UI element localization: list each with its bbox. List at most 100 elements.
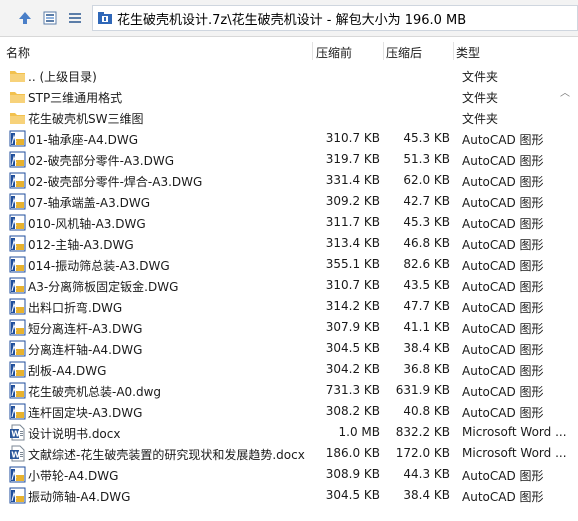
file-compressed-size: 331.4 KB: [325, 173, 380, 187]
file-type: Microsoft Word ...: [462, 446, 567, 460]
file-row[interactable]: 分离连杆轴-A4.DWG 304.5 KB 38.4 KB AutoCAD 图形: [0, 338, 578, 359]
file-packed-size: 62.0 KB: [403, 173, 450, 187]
file-name: 振动筛轴-A4.DWG: [28, 490, 131, 504]
file-name: 出料口折弯.DWG: [28, 301, 123, 315]
address-bar[interactable]: 花生破壳机设计.7z\花生破壳机设计 - 解包大小为 196.0 MB: [92, 5, 578, 31]
file-row[interactable]: W 设计说明书.docx 1.0 MB 832.2 KB Microsoft Word …: [0, 422, 578, 443]
file-row[interactable]: W 文献综述-花生破壳装置的研究现状和发展趋势.docx 186.0 KB 172.0…: [0, 443, 578, 464]
file-type: AutoCAD 图形: [462, 154, 544, 168]
file-row[interactable]: 01-轴承座-A4.DWG 310.7 KB 45.3 KB AutoCAD 图形: [0, 128, 578, 149]
file-type: AutoCAD 图形: [462, 175, 544, 189]
file-compressed-size: 309.2 KB: [325, 194, 380, 208]
file-packed-size: 45.3 KB: [403, 131, 450, 145]
file-packed-size: 82.6 KB: [403, 257, 450, 271]
file-compressed-size: 319.7 KB: [325, 152, 380, 166]
file-packed-size: 172.0 KB: [395, 446, 450, 460]
list-view-icon[interactable]: [41, 9, 59, 27]
file-row[interactable]: 07-轴承端盖-A3.DWG 309.2 KB 42.7 KB AutoCAD 图形: [0, 191, 578, 212]
file-row[interactable]: 出料口折弯.DWG 314.2 KB 47.7 KB AutoCAD 图形: [0, 296, 578, 317]
file-packed-size: 44.3 KB: [403, 467, 450, 481]
autocad-file-icon: [9, 487, 26, 504]
file-compressed-size: 355.1 KB: [325, 257, 380, 271]
file-name: 012-主轴-A3.DWG: [28, 238, 134, 252]
file-compressed-size: 314.2 KB: [325, 299, 380, 313]
autocad-file-icon: [9, 361, 26, 378]
svg-text:W: W: [11, 430, 20, 439]
file-packed-size: 38.4 KB: [403, 488, 450, 502]
column-type[interactable]: 类型: [456, 44, 480, 61]
folder-icon: [9, 88, 26, 105]
details-view-icon[interactable]: [66, 9, 84, 27]
file-row[interactable]: 012-主轴-A3.DWG 313.4 KB 46.8 KB AutoCAD 图形: [0, 233, 578, 254]
file-type: AutoCAD 图形: [462, 490, 544, 504]
column-divider[interactable]: [453, 42, 454, 60]
file-packed-size: 36.8 KB: [403, 362, 450, 376]
autocad-file-icon: [9, 235, 26, 252]
column-name[interactable]: 名称: [6, 44, 30, 61]
autocad-file-icon: [9, 214, 26, 231]
file-compressed-size: 311.7 KB: [325, 215, 380, 229]
file-packed-size: 38.4 KB: [403, 341, 450, 355]
file-name: A3-分离筛板固定钣金.DWG: [28, 280, 179, 294]
file-name: 02-破壳部分零件-A3.DWG: [28, 154, 174, 168]
word-document-icon: W: [9, 445, 26, 462]
file-packed-size: 43.5 KB: [403, 278, 450, 292]
file-type: AutoCAD 图形: [462, 343, 544, 357]
file-packed-size: 46.8 KB: [403, 236, 450, 250]
file-packed-size: 40.8 KB: [403, 404, 450, 418]
file-compressed-size: 307.9 KB: [325, 320, 380, 334]
file-packed-size: 42.7 KB: [403, 194, 450, 208]
file-compressed-size: 731.3 KB: [325, 383, 380, 397]
column-header: 名称 压缩前 压缩后 类型 ︿: [0, 40, 578, 99]
file-type: 文件夹: [462, 112, 499, 126]
autocad-file-icon: [9, 340, 26, 357]
column-divider[interactable]: [383, 42, 384, 60]
file-name: 花生破壳机SW三维图: [28, 112, 144, 126]
autocad-file-icon: [9, 382, 26, 399]
file-row[interactable]: 振动筛轴-A4.DWG 304.5 KB 38.4 KB AutoCAD 图形: [0, 485, 578, 506]
file-packed-size: 45.3 KB: [403, 215, 450, 229]
file-name: 01-轴承座-A4.DWG: [28, 133, 138, 147]
file-compressed-size: 186.0 KB: [325, 446, 380, 460]
file-row[interactable]: 010-风机轴-A3.DWG 311.7 KB 45.3 KB AutoCAD 图形: [0, 212, 578, 233]
column-divider[interactable]: [312, 42, 313, 60]
file-type: 文件夹: [462, 91, 499, 105]
file-compressed-size: 304.5 KB: [325, 341, 380, 355]
file-row[interactable]: 02-破壳部分零件-焊合-A3.DWG 331.4 KB 62.0 KB AutoCA…: [0, 170, 578, 191]
file-compressed-size: 308.9 KB: [325, 467, 380, 481]
file-row[interactable]: 014-振动筛总装-A3.DWG 355.1 KB 82.6 KB AutoCAD 图…: [0, 254, 578, 275]
file-row[interactable]: 短分离连杆-A3.DWG 307.9 KB 41.1 KB AutoCAD 图形: [0, 317, 578, 338]
file-name: 连杆固定块-A3.DWG: [28, 406, 143, 420]
file-compressed-size: 310.7 KB: [325, 131, 380, 145]
file-name: 小带轮-A4.DWG: [28, 469, 119, 483]
file-row[interactable]: 02-破壳部分零件-A3.DWG 319.7 KB 51.3 KB AutoCAD 图…: [0, 149, 578, 170]
file-compressed-size: 310.7 KB: [325, 278, 380, 292]
autocad-file-icon: [9, 151, 26, 168]
autocad-file-icon: [9, 319, 26, 336]
word-document-icon: W: [9, 424, 26, 441]
file-type: AutoCAD 图形: [462, 406, 544, 420]
file-type: AutoCAD 图形: [462, 133, 544, 147]
column-size[interactable]: 压缩后: [386, 44, 422, 61]
file-type: AutoCAD 图形: [462, 238, 544, 252]
file-name: .. (上级目录): [28, 70, 97, 84]
file-packed-size: 631.9 KB: [395, 383, 450, 397]
file-row[interactable]: 连杆固定块-A3.DWG 308.2 KB 40.8 KB AutoCAD 图形: [0, 401, 578, 422]
file-packed-size: 41.1 KB: [403, 320, 450, 334]
file-row[interactable]: .. (上级目录) 文件夹: [0, 65, 578, 86]
file-packed-size: 47.7 KB: [403, 299, 450, 313]
file-type: Microsoft Word ...: [462, 425, 567, 439]
file-row[interactable]: 花生破壳机SW三维图 文件夹: [0, 107, 578, 128]
file-row[interactable]: 小带轮-A4.DWG 308.9 KB 44.3 KB AutoCAD 图形: [0, 464, 578, 485]
file-packed-size: 832.2 KB: [395, 425, 450, 439]
file-row[interactable]: 花生破壳机总装-A0.dwg 731.3 KB 631.9 KB AutoCAD 图形: [0, 380, 578, 401]
file-row[interactable]: STP三维通用格式 文件夹: [0, 86, 578, 107]
file-row[interactable]: A3-分离筛板固定钣金.DWG 310.7 KB 43.5 KB AutoCAD 图形: [0, 275, 578, 296]
autocad-file-icon: [9, 403, 26, 420]
file-compressed-size: 308.2 KB: [325, 404, 380, 418]
file-row[interactable]: 刮板-A4.DWG 304.2 KB 36.8 KB AutoCAD 图形: [0, 359, 578, 380]
up-arrow-icon[interactable]: [16, 9, 34, 27]
column-compressed[interactable]: 压缩前: [316, 44, 352, 61]
autocad-file-icon: [9, 193, 26, 210]
file-name: 刮板-A4.DWG: [28, 364, 107, 378]
